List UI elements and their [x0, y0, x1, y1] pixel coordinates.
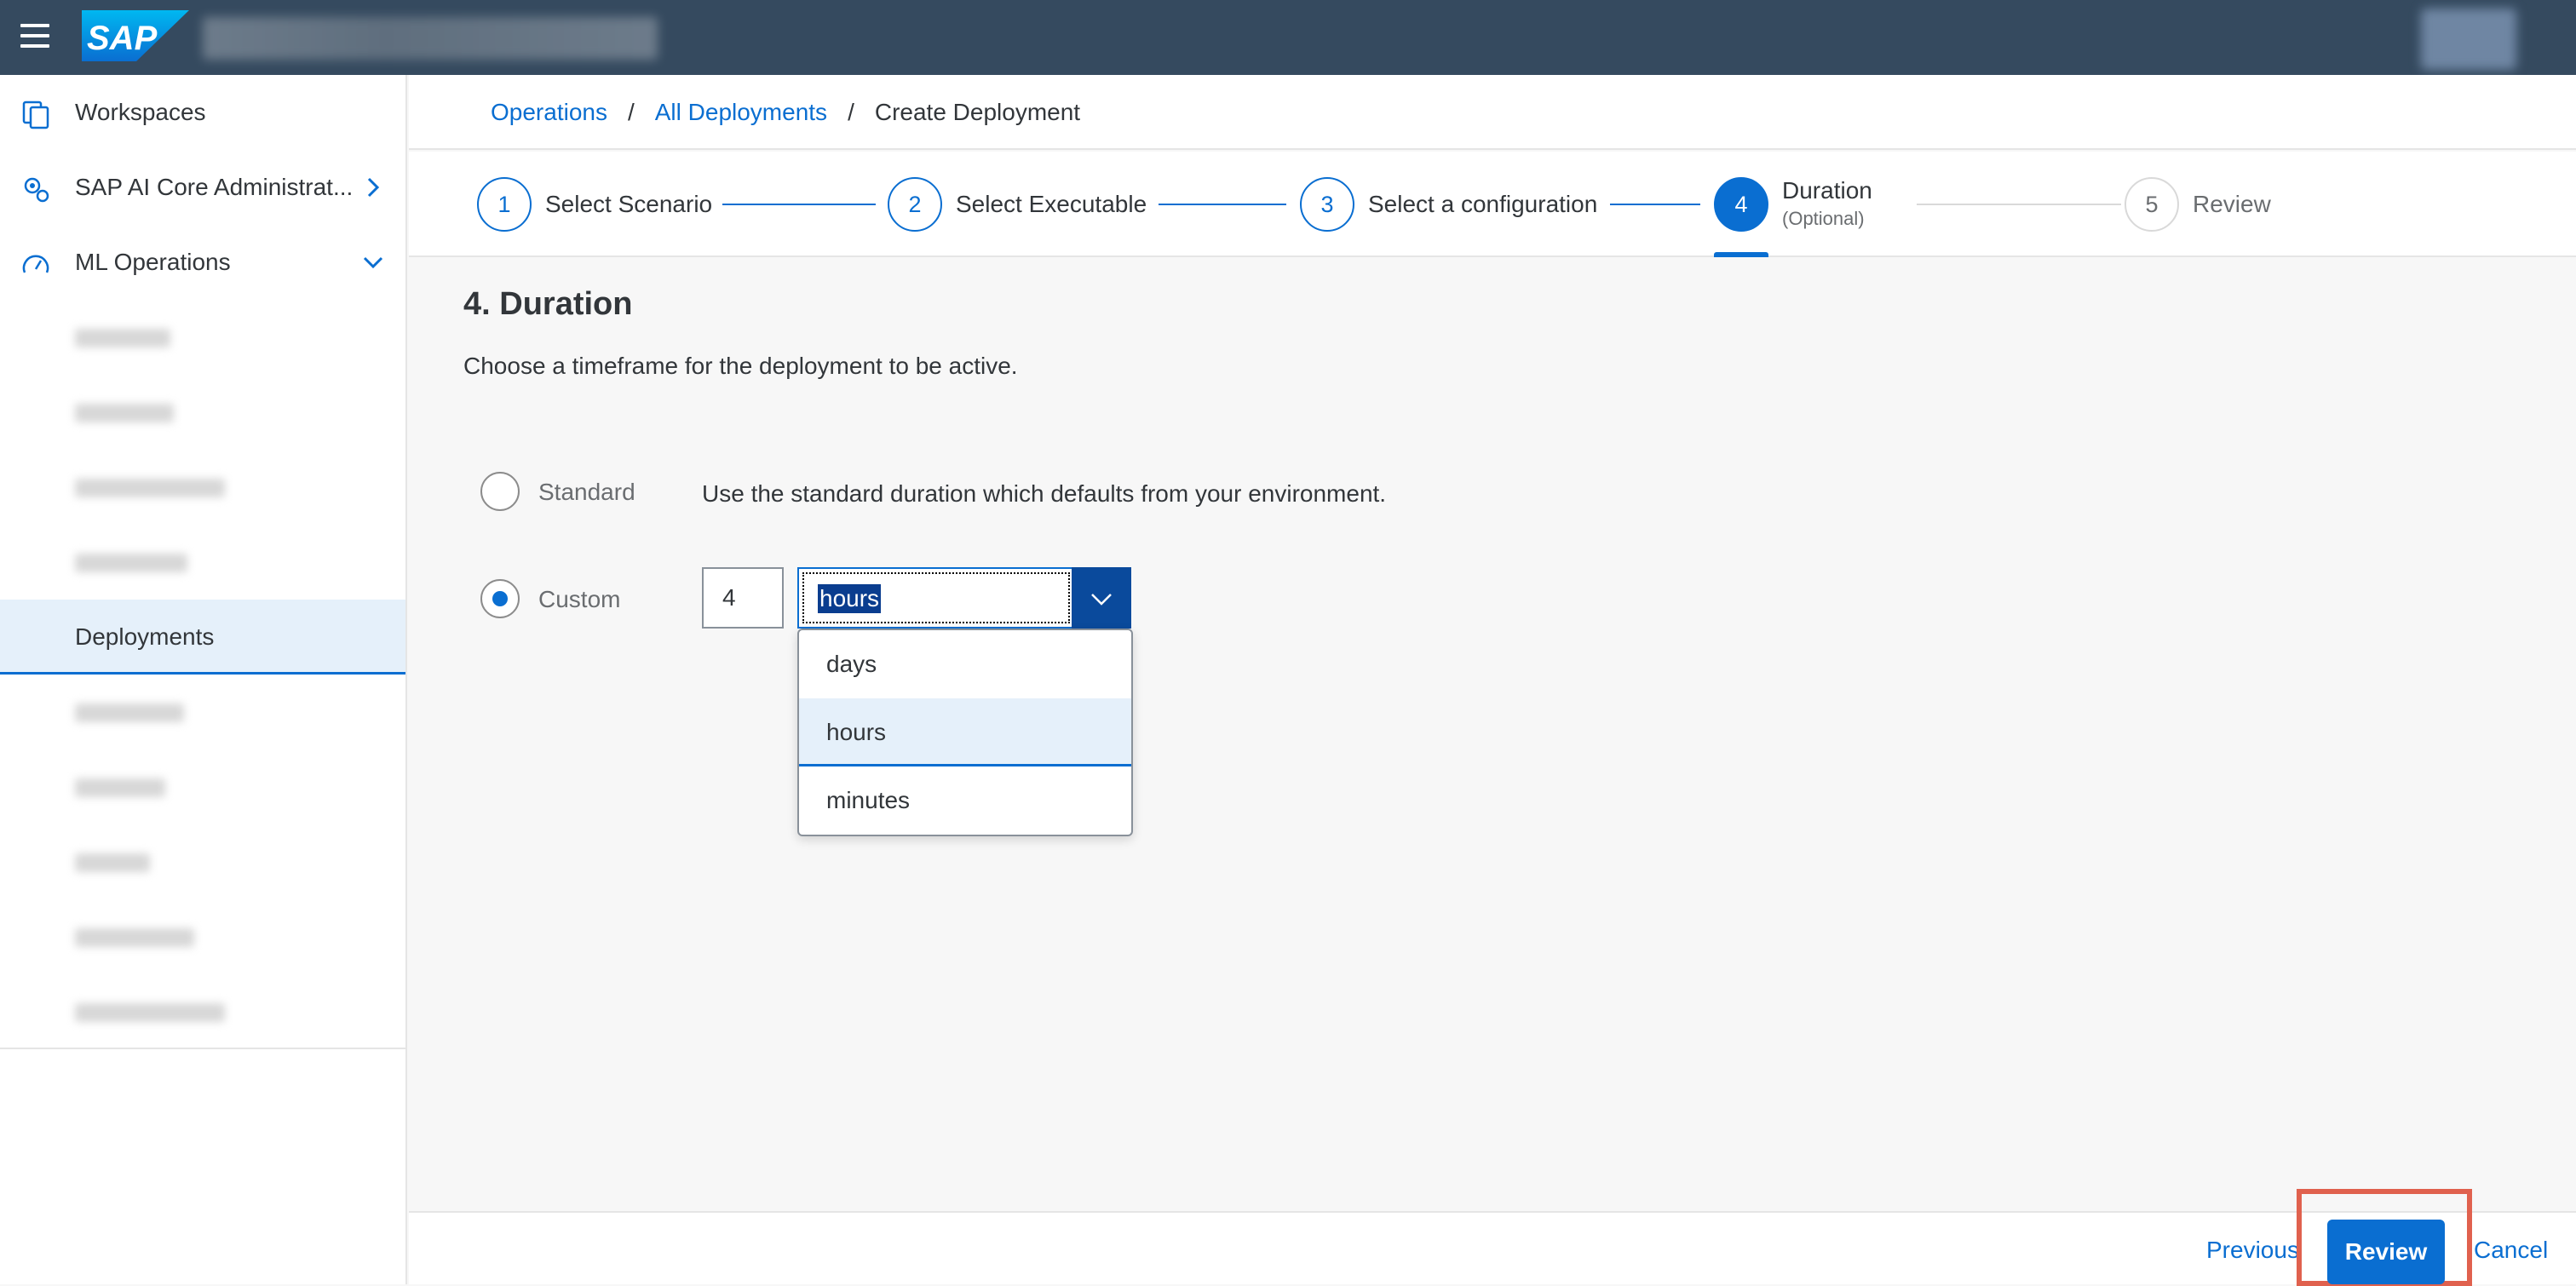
sidebar-subitem-redacted[interactable] [0, 899, 405, 974]
step-number: 2 [888, 177, 942, 232]
step-sublabel: (Optional) [1782, 208, 1865, 229]
dropdown-option-minutes[interactable]: minutes [799, 766, 1131, 835]
standard-radio-label[interactable]: Standard [538, 479, 635, 506]
standard-radio[interactable] [480, 472, 520, 511]
custom-radio[interactable] [480, 579, 520, 618]
menu-icon[interactable] [20, 24, 55, 51]
step-label: Review [2193, 191, 2271, 217]
user-avatar[interactable] [2421, 9, 2516, 70]
sidebar-subitem-redacted[interactable] [0, 300, 405, 375]
dropdown-option-days[interactable]: days [799, 630, 1131, 698]
duration-unit-select[interactable]: hours [797, 567, 1131, 629]
step-label: Select a configuration [1368, 191, 1598, 217]
review-button[interactable]: Review [2327, 1220, 2445, 1284]
dropdown-option-hours[interactable]: hours [799, 698, 1131, 766]
step-connector [1159, 204, 1286, 205]
sidebar-subitem-redacted[interactable] [0, 675, 405, 749]
breadcrumb: Operations / All Deployments / Create De… [491, 99, 1080, 126]
sap-logo-text: SAP [87, 20, 158, 57]
custom-radio-label[interactable]: Custom [538, 586, 620, 613]
gauge-icon [22, 255, 49, 273]
sidebar-item-deployments[interactable]: Deployments [0, 600, 405, 675]
step-number: 4 [1714, 177, 1768, 232]
sidebar-subitem-redacted[interactable] [0, 824, 405, 899]
wizard-progress-bar: 1 Select Scenario 2 Select Executable 3 … [409, 152, 2576, 257]
chevron-down-icon[interactable] [359, 249, 387, 276]
step-label: Select Executable [956, 191, 1147, 217]
sidebar-item-label: ML Operations [75, 249, 231, 275]
standard-description: Use the standard duration which defaults… [702, 480, 1387, 507]
step-number: 3 [1300, 177, 1354, 232]
step-label: Duration [1782, 177, 1872, 204]
side-navigation: Workspaces SAP AI Core Administrat... ML… [0, 75, 407, 1284]
chevron-right-icon[interactable] [359, 174, 387, 201]
shell-bar: SAP [0, 0, 2576, 75]
select-value: hours [818, 584, 882, 613]
settings-icon [24, 177, 49, 203]
active-step-indicator [1714, 252, 1768, 257]
step-connector [1917, 204, 2121, 205]
step-connector [722, 204, 876, 205]
previous-button[interactable]: Previous [2206, 1237, 2299, 1264]
sap-logo[interactable]: SAP [82, 10, 189, 61]
sidebar-subitem-redacted[interactable] [0, 450, 405, 525]
system-name-redacted [203, 17, 658, 60]
workspaces-icon [22, 100, 49, 129]
chevron-down-icon [1091, 594, 1112, 606]
sidebar-item-label: Deployments [75, 623, 215, 650]
sidebar-subitem-redacted[interactable] [0, 974, 405, 1049]
breadcrumb-link-operations[interactable]: Operations [491, 99, 607, 126]
sidebar-item-ml-operations[interactable]: ML Operations [0, 225, 405, 300]
page-title: 4. Duration [463, 286, 633, 322]
duration-unit-dropdown-list: days hours minutes [797, 629, 1133, 836]
step-label: Select Scenario [545, 191, 713, 217]
sidebar-item-ai-core-admin[interactable]: SAP AI Core Administrat... [0, 150, 405, 225]
sidebar-subitem-redacted[interactable] [0, 525, 405, 600]
sidebar-subitem-redacted[interactable] [0, 749, 405, 824]
step-number: 1 [477, 177, 532, 232]
breadcrumb-link-all-deployments[interactable]: All Deployments [655, 99, 827, 126]
wizard-footer: Previous Review Cancel [409, 1189, 2576, 1286]
breadcrumb-current: Create Deployment [874, 99, 1081, 125]
breadcrumb-bar: Operations / All Deployments / Create De… [409, 75, 2576, 150]
wizard-step-content: 4. Duration Choose a timeframe for the d… [409, 259, 2576, 1209]
sidebar-item-label: Workspaces [75, 99, 206, 125]
sidebar-item-label: SAP AI Core Administrat... [75, 174, 354, 200]
sidebar-divider [0, 1048, 407, 1049]
step-connector [1610, 204, 1700, 205]
breadcrumb-separator: / [627, 99, 635, 125]
duration-value-input[interactable] [702, 567, 784, 629]
section-description: Choose a timeframe for the deployment to… [463, 353, 1018, 379]
dropdown-arrow-button[interactable] [1072, 567, 1131, 629]
sidebar-subitem-redacted[interactable] [0, 375, 405, 450]
breadcrumb-separator: / [848, 99, 854, 125]
cancel-button[interactable]: Cancel [2474, 1237, 2548, 1264]
sidebar-item-workspaces[interactable]: Workspaces [0, 75, 405, 150]
step-number: 5 [2125, 177, 2179, 232]
